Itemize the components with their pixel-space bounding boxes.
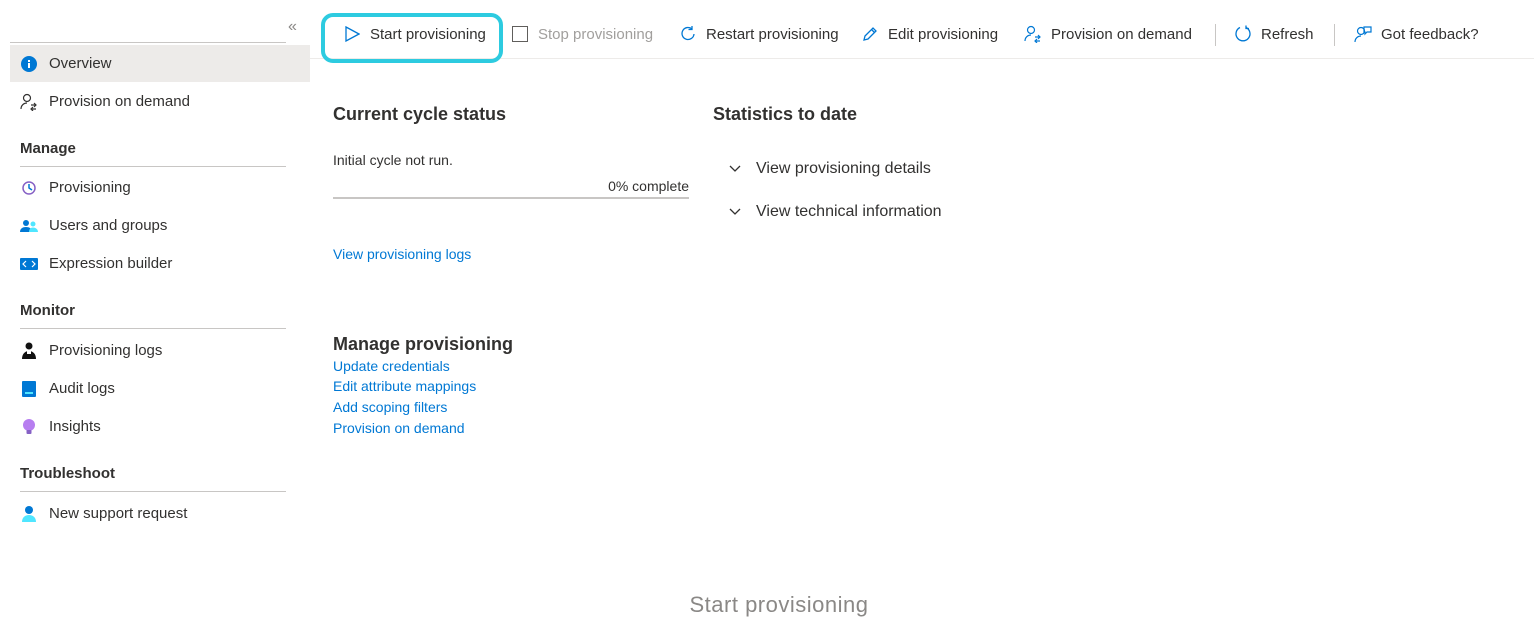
view-provisioning-logs-link[interactable]: View provisioning logs: [333, 246, 471, 262]
provision-on-demand-button[interactable]: Provision on demand: [1024, 16, 1192, 52]
sidebar-item-users-and-groups[interactable]: Users and groups: [10, 207, 310, 244]
sidebar-item-expression-builder[interactable]: Expression builder: [10, 245, 310, 282]
stop-icon: [511, 25, 529, 43]
sidebar-item-overview[interactable]: Overview: [10, 45, 310, 82]
toolbar-separator: [1334, 24, 1335, 46]
sidebar-item-audit-logs[interactable]: Audit logs: [10, 370, 310, 407]
add-scoping-filters-link[interactable]: Add scoping filters: [333, 399, 447, 415]
view-provisioning-details-expander[interactable]: View provisioning details: [728, 160, 931, 178]
collapse-sidebar-button[interactable]: «: [288, 18, 297, 36]
chevron-down-icon: [729, 208, 741, 215]
sidebar-item-label: Provisioning: [49, 179, 131, 196]
sidebar-item-label: Insights: [49, 418, 101, 435]
sidebar-item-label: Audit logs: [49, 380, 115, 397]
manage-provisioning-heading: Manage provisioning: [333, 334, 514, 354]
view-technical-information-expander[interactable]: View technical information: [728, 203, 942, 221]
lightbulb-icon: [20, 418, 38, 436]
sidebar-item-provision-on-demand[interactable]: Provision on demand: [10, 83, 310, 120]
view-technical-information-label: View technical information: [756, 203, 942, 220]
restart-icon: [679, 25, 697, 43]
provisioning-icon: [20, 179, 38, 197]
sidebar-item-label: Provisioning logs: [49, 342, 163, 359]
sidebar: « Overview Provision on demand Manage Pr…: [0, 0, 310, 618]
sidebar-item-provisioning-logs[interactable]: Provisioning logs: [10, 332, 310, 369]
info-icon: [20, 55, 38, 73]
restart-provisioning-button[interactable]: Restart provisioning: [679, 16, 839, 52]
sidebar-item-provisioning[interactable]: Provisioning: [10, 169, 310, 206]
feedback-icon: [1354, 25, 1372, 43]
section-title-monitor: Monitor: [20, 302, 286, 329]
edit-provisioning-label: Edit provisioning: [888, 25, 999, 43]
sidebar-item-label: New support request: [49, 505, 188, 522]
current-cycle-status-heading: Current cycle status: [333, 104, 507, 124]
provision-demand-icon: [20, 93, 38, 111]
section-title-manage: Manage: [20, 140, 286, 167]
sidebar-item-insights[interactable]: Insights: [10, 408, 310, 445]
got-feedback-label: Got feedback?: [1381, 25, 1479, 43]
person-logs-icon: [20, 342, 38, 360]
stop-provisioning-label: Stop provisioning: [538, 25, 654, 43]
section-title-troubleshoot: Troubleshoot: [20, 465, 286, 492]
audit-logs-icon: [20, 380, 38, 398]
refresh-button[interactable]: Refresh: [1234, 16, 1314, 52]
update-credentials-link[interactable]: Update credentials: [333, 358, 450, 374]
statistics-to-date-heading: Statistics to date: [713, 104, 858, 124]
sidebar-divider: [10, 42, 286, 43]
refresh-icon: [1234, 25, 1252, 43]
provision-on-demand-label: Provision on demand: [1051, 25, 1192, 43]
chevron-down-icon: [729, 165, 741, 172]
progress-label: 0% complete: [608, 178, 689, 194]
got-feedback-button[interactable]: Got feedback?: [1354, 16, 1479, 52]
expression-builder-icon: [20, 255, 38, 273]
cycle-status-message: Initial cycle not run.: [333, 152, 453, 168]
view-provisioning-details-label: View provisioning details: [756, 160, 931, 177]
sidebar-item-label: Provision on demand: [49, 93, 190, 110]
support-person-icon: [20, 505, 38, 523]
progress-bar: [333, 197, 689, 199]
sidebar-item-label: Users and groups: [49, 217, 168, 234]
sidebar-item-new-support-request[interactable]: New support request: [10, 495, 310, 532]
provision-demand-icon: [1024, 25, 1042, 43]
users-groups-icon: [20, 217, 38, 235]
sidebar-item-label: Expression builder: [49, 255, 173, 272]
stop-provisioning-button[interactable]: Stop provisioning: [511, 16, 653, 52]
provision-on-demand-link[interactable]: Provision on demand: [333, 420, 465, 436]
sidebar-item-label: Overview: [49, 55, 112, 72]
edit-attribute-mappings-link[interactable]: Edit attribute mappings: [333, 378, 476, 394]
restart-provisioning-label: Restart provisioning: [706, 25, 839, 43]
edit-provisioning-button[interactable]: Edit provisioning: [861, 16, 998, 52]
refresh-label: Refresh: [1261, 25, 1314, 43]
caption-text: Start provisioning: [689, 592, 869, 617]
start-provisioning-highlight: [321, 13, 503, 63]
toolbar-separator: [1215, 24, 1216, 46]
pencil-icon: [861, 25, 879, 43]
